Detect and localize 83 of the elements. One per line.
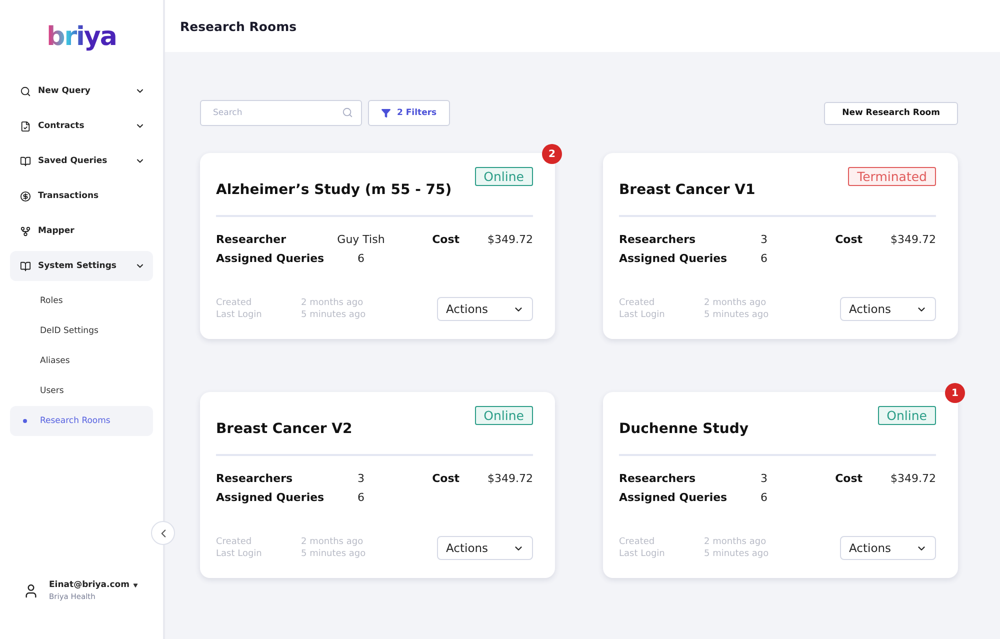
field-value: 6 <box>760 491 768 504</box>
room-title: Alzheimer’s Study (m 55 - 75) <box>216 182 452 198</box>
field-value: 6 <box>356 252 366 265</box>
search-icon <box>342 107 353 118</box>
field-label: Assigned Queries <box>216 252 326 265</box>
meta-label: Last Login <box>216 549 263 559</box>
sidebar-subitem[interactable]: Users <box>10 376 153 406</box>
notification-badge: 2 <box>542 144 562 164</box>
meta-value: 2 months ago <box>704 298 768 308</box>
meta-label: Created <box>216 298 253 308</box>
meta-value: 5 minutes ago <box>301 549 366 559</box>
room-title: Duchenne Study <box>619 421 749 437</box>
logo: briya <box>46 22 116 52</box>
actions-dropdown[interactable]: Actions <box>840 297 936 321</box>
field-value: 3 <box>760 233 768 246</box>
sidebar-subitem[interactable]: Aliases <box>10 346 153 376</box>
field-label: Cost <box>835 472 862 485</box>
field-value: Guy Tish <box>336 233 386 246</box>
sidebar-item[interactable]: Transactions <box>10 181 153 211</box>
field-label: Researchers <box>216 472 294 485</box>
room-title: Breast Cancer V1 <box>619 182 756 198</box>
caret-icon <box>132 582 138 588</box>
field-label: Cost <box>432 233 460 246</box>
meta-label: Created <box>619 537 656 547</box>
field-label: Researchers <box>619 472 697 485</box>
user-icon <box>23 582 39 598</box>
user-menu[interactable]: Einat@briya.com <box>49 580 138 590</box>
meta-value: 5 minutes ago <box>704 549 769 559</box>
meta-label: Last Login <box>619 310 666 320</box>
field-label: Cost <box>432 472 460 485</box>
field-value: $349.72 <box>486 233 533 246</box>
field-label: Assigned Queries <box>619 491 728 504</box>
field-value: $349.72 <box>890 472 936 485</box>
field-value: 6 <box>760 252 768 265</box>
meta-label: Created <box>216 537 253 547</box>
sidebar-item[interactable]: System Settings <box>10 251 153 281</box>
meta-value: 5 minutes ago <box>704 310 769 320</box>
field-label: Researcher <box>216 233 288 246</box>
collapse-button[interactable] <box>151 521 175 545</box>
field-label: Assigned Queries <box>216 491 326 504</box>
status-tag: Terminated <box>848 167 936 186</box>
meta-value: 5 minutes ago <box>301 310 366 320</box>
sidebar-subitem[interactable]: Research Rooms <box>10 406 153 436</box>
book-icon <box>20 260 31 272</box>
meta-label: Last Login <box>216 310 263 320</box>
status-tag: Online <box>474 167 533 186</box>
field-value: 3 <box>356 472 366 485</box>
field-label: Researchers <box>619 233 697 246</box>
dollar-icon <box>20 190 31 202</box>
actions-dropdown[interactable]: Actions <box>437 297 533 321</box>
meta-value: 2 months ago <box>301 298 364 308</box>
page-title: Research Rooms <box>165 0 1000 52</box>
meta-label: Last Login <box>619 549 666 559</box>
meta-value: 2 months ago <box>301 537 364 547</box>
fork-icon <box>20 226 31 236</box>
actions-dropdown[interactable]: Actions <box>437 536 533 560</box>
actions-dropdown[interactable]: Actions <box>840 536 936 560</box>
status-tag: Online <box>474 406 533 425</box>
sidebar-item[interactable]: Contracts <box>10 111 153 141</box>
document-check-icon <box>20 120 31 132</box>
status-tag: Online <box>878 406 936 425</box>
filter-icon <box>381 108 391 118</box>
filters-button[interactable]: 2 Filters <box>368 100 450 126</box>
room-title: Breast Cancer V2 <box>216 421 352 437</box>
sidebar-item[interactable]: Saved Queries <box>10 146 153 176</box>
sidebar-item[interactable]: New Query <box>10 76 153 106</box>
meta-label: Created <box>619 298 656 308</box>
field-value: 3 <box>760 472 768 485</box>
field-value: $349.72 <box>486 472 533 485</box>
meta-value: 2 months ago <box>704 537 768 547</box>
book-icon <box>20 156 31 166</box>
sidebar-subitem[interactable]: Roles <box>10 286 153 316</box>
field-value: 6 <box>356 491 366 504</box>
field-label: Assigned Queries <box>619 252 728 265</box>
notification-badge: 1 <box>945 383 965 403</box>
bullet-icon <box>23 419 27 423</box>
field-label: Cost <box>835 233 862 246</box>
sidebar-item[interactable]: Mapper <box>10 216 153 246</box>
sidebar-subitem[interactable]: DeID Settings <box>10 316 153 346</box>
search-field[interactable]: Search <box>200 100 362 126</box>
search-icon <box>20 86 31 96</box>
field-value: $349.72 <box>890 233 936 246</box>
new-room-button[interactable]: New Research Room <box>824 102 958 124</box>
